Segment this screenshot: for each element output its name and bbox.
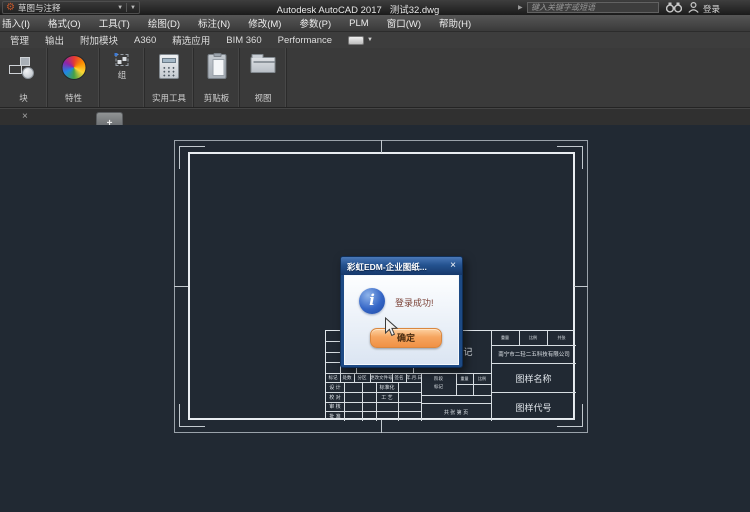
menu-parametric[interactable]: 参数(P) bbox=[290, 14, 340, 32]
panel-block[interactable]: 块 bbox=[0, 48, 48, 107]
menu-modify[interactable]: 修改(M) bbox=[239, 14, 290, 32]
info-icon: i bbox=[359, 288, 385, 314]
folder-icon bbox=[251, 57, 276, 73]
tb-top-cell: 共张 bbox=[547, 335, 576, 341]
signin-button[interactable]: 登录 bbox=[703, 3, 720, 15]
tb-top-cell: 重量 bbox=[491, 335, 519, 341]
menu-tools[interactable]: 工具(T) bbox=[90, 14, 139, 32]
center-tick bbox=[381, 140, 382, 153]
tb-sig-label: 设 计 bbox=[326, 384, 344, 391]
panel-label: 视图 bbox=[240, 92, 286, 104]
tb-sig-label: 批 准 bbox=[326, 413, 344, 420]
dialog-title: 彩虹EDM-企业图纸... bbox=[347, 261, 427, 273]
ribbon: 块 特性 组 实用工具 剪贴板 视图 bbox=[0, 48, 750, 108]
panel-clipboard[interactable]: 剪贴板 bbox=[194, 48, 240, 107]
ribbon-tab-a360[interactable]: A360 bbox=[126, 33, 164, 48]
drawing-name-label: 图样名称 bbox=[491, 372, 576, 385]
search-collapse-icon[interactable]: ▶ bbox=[518, 4, 523, 11]
sheet-count-label: 共 张 第 页 bbox=[421, 409, 491, 416]
panel-label: 特性 bbox=[48, 92, 99, 104]
group-icon bbox=[116, 54, 129, 66]
media-icon bbox=[348, 36, 364, 45]
stage-label: 阶段 bbox=[421, 376, 456, 382]
menu-dimension[interactable]: 标注(N) bbox=[189, 14, 239, 32]
corner-mark bbox=[557, 146, 583, 169]
weight-label: 重量 bbox=[456, 376, 473, 382]
color-wheel-icon bbox=[61, 55, 86, 80]
ribbon-tab-bar: 管理 输出 附加模块 A360 精选应用 BIM 360 Performance… bbox=[0, 32, 750, 48]
ribbon-tab-performance[interactable]: Performance bbox=[270, 33, 340, 48]
menubar: 插入(I) 格式(O) 工具(T) 绘图(D) 标注(N) 修改(M) 参数(P… bbox=[0, 15, 750, 32]
ribbon-display-button[interactable]: ▼ bbox=[348, 36, 373, 45]
center-tick bbox=[174, 286, 188, 287]
chevron-down-icon[interactable]: ▼ bbox=[130, 5, 136, 11]
ribbon-tab-addins[interactable]: 附加模块 bbox=[72, 31, 126, 49]
panel-properties[interactable]: 特性 bbox=[48, 48, 100, 107]
tb-sig-label: 审 核 bbox=[326, 403, 344, 410]
divider bbox=[126, 3, 127, 12]
scale-label: 比例 bbox=[473, 376, 491, 382]
ribbon-tab-output[interactable]: 输出 bbox=[37, 31, 72, 49]
tb-sig-label: 标准化 bbox=[376, 384, 398, 391]
tb-sig-label: 工 艺 bbox=[376, 394, 398, 401]
user-icon[interactable] bbox=[688, 2, 699, 13]
tb-header-cell: 分区 bbox=[354, 375, 370, 381]
menu-draw[interactable]: 绘图(D) bbox=[139, 14, 189, 32]
menu-help[interactable]: 帮助(H) bbox=[430, 14, 480, 32]
app-titlebar: ⚙ 草图与注释 ▼ ▼ Autodesk AutoCAD 2017 测试32.d… bbox=[0, 0, 750, 15]
ok-button[interactable]: 确定 bbox=[370, 328, 442, 348]
new-tab-button[interactable]: + bbox=[96, 112, 123, 126]
tb-header-cell: 处数 bbox=[340, 375, 354, 381]
calculator-icon bbox=[159, 54, 179, 79]
dialog-body: i 登录成功! 确定 bbox=[344, 275, 459, 365]
workspace-switcher[interactable]: ⚙ 草图与注释 ▼ ▼ bbox=[2, 1, 140, 14]
center-tick bbox=[574, 286, 588, 287]
chevron-down-icon: ▼ bbox=[367, 37, 373, 43]
tb-header-cell: 标记 bbox=[326, 375, 340, 381]
dialog-titlebar[interactable]: 彩虹EDM-企业图纸... × bbox=[341, 257, 462, 275]
file-tab-bar: × + bbox=[0, 108, 750, 125]
menu-insert[interactable]: 插入(I) bbox=[0, 14, 39, 32]
panel-label: 块 bbox=[0, 92, 47, 104]
drawing-code-label: 图样代号 bbox=[491, 401, 576, 414]
corner-mark bbox=[179, 146, 205, 169]
tb-header-cell: 年.月.日 bbox=[406, 375, 421, 381]
company-name: 南宁市二轻二五科技有限公司 bbox=[492, 350, 576, 358]
login-message-dialog: 彩虹EDM-企业图纸... × i 登录成功! 确定 bbox=[340, 256, 463, 368]
panel-view[interactable]: 视图 bbox=[240, 48, 287, 107]
corner-mark bbox=[179, 404, 205, 427]
panel-label: 组 bbox=[118, 69, 127, 81]
menu-format[interactable]: 格式(O) bbox=[39, 14, 90, 32]
tb-sig-label: 校 对 bbox=[326, 394, 344, 401]
chevron-down-icon: ▼ bbox=[117, 5, 123, 11]
panel-label: 实用工具 bbox=[145, 92, 193, 104]
menu-plm[interactable]: PLM bbox=[340, 16, 378, 31]
dialog-message: 登录成功! bbox=[395, 296, 434, 309]
tab-close-icon[interactable]: × bbox=[22, 111, 28, 122]
cursor-icon bbox=[384, 317, 398, 337]
workspace-label: 草图与注释 bbox=[18, 2, 117, 14]
tb-header-cell: 签名 bbox=[392, 375, 406, 381]
gear-icon: ⚙ bbox=[6, 3, 15, 13]
close-icon[interactable]: × bbox=[450, 260, 456, 271]
search-binoculars-icon[interactable] bbox=[666, 2, 682, 13]
panel-utilities[interactable]: 实用工具 bbox=[145, 48, 194, 107]
menu-window[interactable]: 窗口(W) bbox=[378, 14, 430, 32]
stage-label: 标记 bbox=[421, 384, 456, 390]
block-icon bbox=[9, 55, 39, 81]
clipboard-icon bbox=[207, 54, 226, 79]
panel-groups[interactable]: 组 bbox=[100, 48, 145, 107]
ribbon-tab-manage[interactable]: 管理 bbox=[2, 31, 37, 49]
tb-header-cell: 更改文件号 bbox=[370, 375, 392, 381]
panel-label: 剪贴板 bbox=[194, 92, 239, 104]
help-search-input[interactable] bbox=[527, 2, 659, 13]
center-tick bbox=[381, 420, 382, 433]
tb-top-cell: 比例 bbox=[519, 335, 547, 341]
ribbon-tab-featured[interactable]: 精选应用 bbox=[164, 31, 218, 49]
ribbon-tab-bim360[interactable]: BIM 360 bbox=[218, 33, 269, 48]
